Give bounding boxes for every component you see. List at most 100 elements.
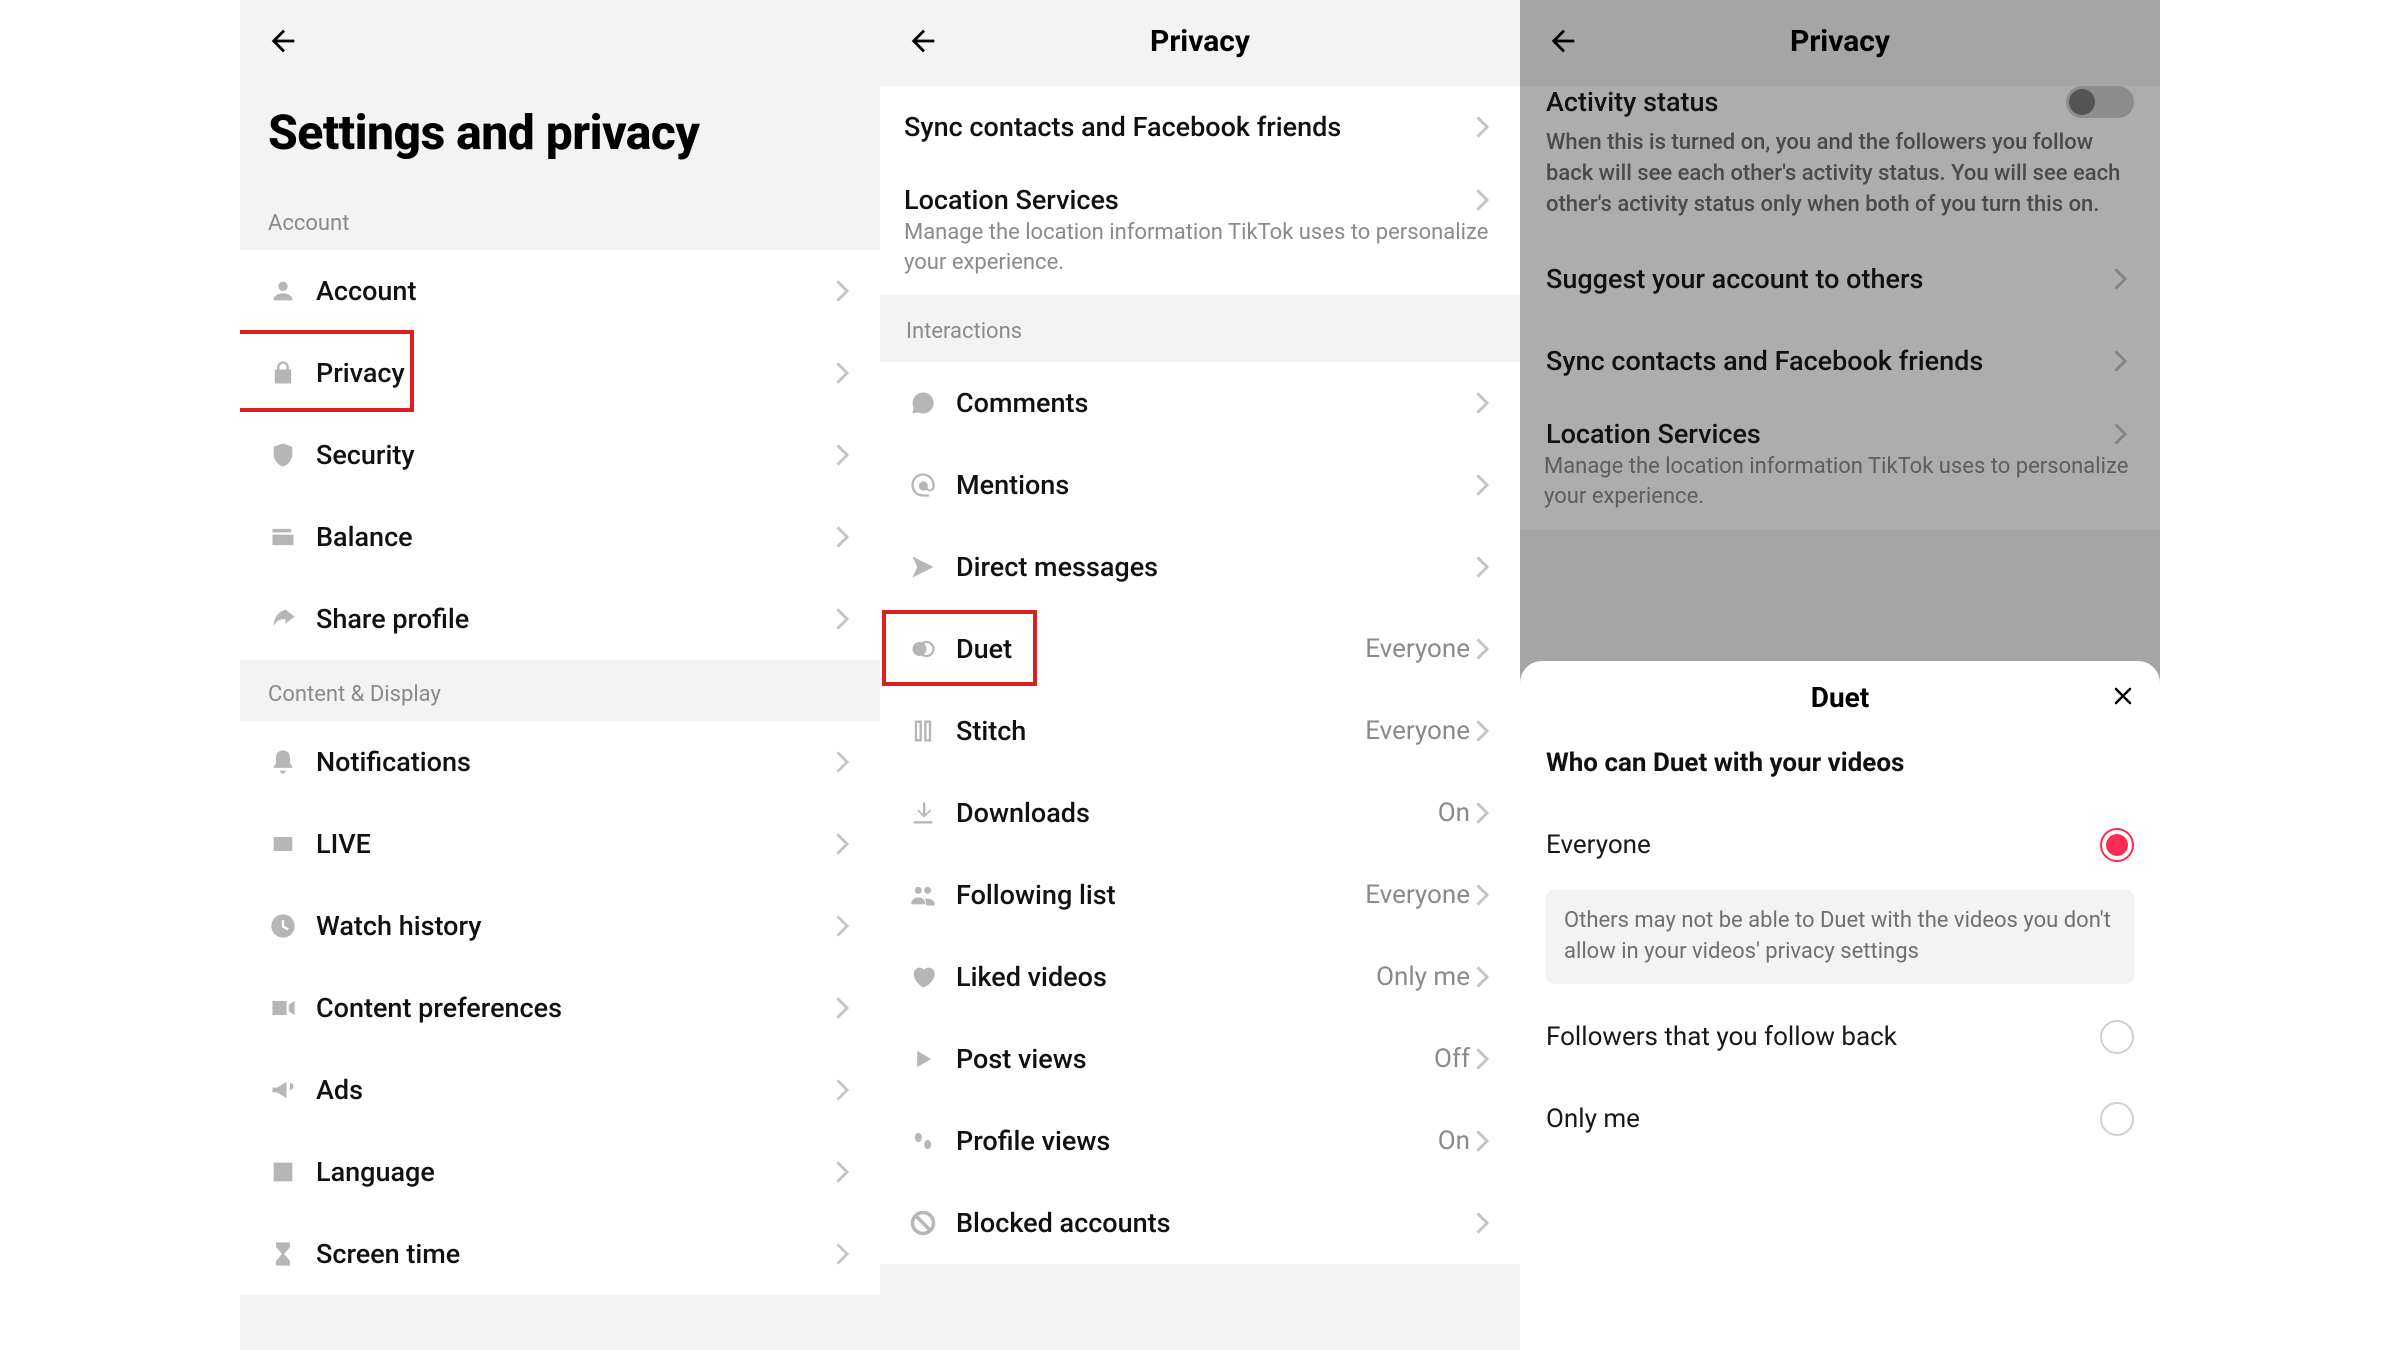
row-label: Screen time (316, 1238, 836, 1270)
chevron-right-icon (1476, 475, 1496, 495)
row-label: Balance (316, 521, 836, 553)
row-label: LIVE (316, 828, 836, 860)
option-label: Everyone (1546, 830, 2100, 860)
row-notifications[interactable]: Notifications (240, 721, 880, 803)
chevron-right-icon (1476, 1213, 1496, 1233)
row-stitch[interactable]: Stitch Everyone (880, 690, 1520, 772)
stitch-icon (904, 717, 942, 745)
header (240, 0, 880, 86)
chevron-right-icon (836, 998, 856, 1018)
row-location-services[interactable]: Location Services (880, 168, 1520, 232)
back-icon[interactable] (266, 24, 300, 58)
chevron-right-icon (1476, 1049, 1496, 1069)
option-only-me[interactable]: Only me (1520, 1078, 2160, 1160)
row-label: Notifications (316, 746, 836, 778)
row-direct-messages[interactable]: Direct messages (880, 526, 1520, 608)
row-value: Everyone (1365, 880, 1470, 910)
row-account[interactable]: Account (240, 250, 880, 332)
close-icon[interactable] (2108, 681, 2138, 711)
row-language[interactable]: Language (240, 1131, 880, 1213)
row-label: Post views (956, 1043, 1434, 1075)
row-screen-time[interactable]: Screen time (240, 1213, 880, 1295)
chevron-right-icon (836, 1080, 856, 1100)
back-icon[interactable] (906, 24, 940, 58)
row-downloads[interactable]: Downloads On (880, 772, 1520, 854)
section-interactions-header: Interactions (880, 295, 1520, 362)
row-share-profile[interactable]: Share profile (240, 578, 880, 660)
sheet-subtitle: Who can Duet with your videos (1520, 732, 2160, 804)
option-followers-back[interactable]: Followers that you follow back (1520, 996, 2160, 1078)
row-value: Everyone (1365, 716, 1470, 746)
row-live[interactable]: LIVE (240, 803, 880, 885)
chevron-right-icon (836, 281, 856, 301)
at-icon (904, 471, 942, 499)
lock-icon (264, 359, 302, 387)
account-list: Account Privacy Security Balance (240, 250, 880, 660)
clock-icon (264, 912, 302, 940)
row-label: Stitch (956, 715, 1365, 747)
row-label: Sync contacts and Facebook friends (904, 111, 1476, 143)
row-label: Location Services (904, 184, 1476, 216)
row-balance[interactable]: Balance (240, 496, 880, 578)
row-sync-contacts[interactable]: Sync contacts and Facebook friends (880, 86, 1520, 168)
row-content-preferences[interactable]: Content preferences (240, 967, 880, 1049)
row-liked-videos[interactable]: Liked videos Only me (880, 936, 1520, 1018)
chevron-right-icon (1476, 393, 1496, 413)
row-value: On (1438, 798, 1470, 828)
row-label: Watch history (316, 910, 836, 942)
bell-icon (264, 748, 302, 776)
chevron-right-icon (836, 752, 856, 772)
radio-unselected-icon (2100, 1020, 2134, 1054)
row-privacy[interactable]: Privacy (240, 332, 880, 414)
chevron-right-icon (836, 834, 856, 854)
duet-icon (904, 635, 942, 663)
row-label: Mentions (956, 469, 1476, 501)
section-content-header: Content & Display (240, 660, 880, 721)
row-mentions[interactable]: Mentions (880, 444, 1520, 526)
chevron-right-icon (836, 1244, 856, 1264)
chevron-right-icon (1476, 557, 1496, 577)
row-post-views[interactable]: Post views Off (880, 1018, 1520, 1100)
send-icon (904, 553, 942, 581)
option-label: Only me (1546, 1104, 2100, 1134)
share-icon (264, 605, 302, 633)
chevron-right-icon (1476, 117, 1496, 137)
row-value: Only me (1376, 962, 1470, 992)
download-icon (904, 799, 942, 827)
duet-bottom-sheet: Duet Who can Duet with your videos Every… (1520, 661, 2160, 1350)
row-label: Content preferences (316, 992, 836, 1024)
row-duet[interactable]: Duet Everyone (880, 608, 1520, 690)
row-label: Language (316, 1156, 836, 1188)
row-blocked-accounts[interactable]: Blocked accounts (880, 1182, 1520, 1264)
row-label: Direct messages (956, 551, 1476, 583)
play-icon (904, 1045, 942, 1073)
chevron-right-icon (836, 445, 856, 465)
row-label: Comments (956, 387, 1476, 419)
chevron-right-icon (1476, 885, 1496, 905)
page-title: Privacy (880, 24, 1520, 59)
header: Privacy (880, 0, 1520, 86)
row-label: Liked videos (956, 961, 1376, 993)
row-watch-history[interactable]: Watch history (240, 885, 880, 967)
privacy-duet-sheet-screen: Privacy Activity status When this is tur… (1520, 0, 2160, 1350)
row-label: Blocked accounts (956, 1207, 1476, 1239)
row-comments[interactable]: Comments (880, 362, 1520, 444)
row-security[interactable]: Security (240, 414, 880, 496)
row-profile-views[interactable]: Profile views On (880, 1100, 1520, 1182)
people-icon (904, 881, 942, 909)
row-value: On (1438, 1126, 1470, 1156)
settings-screen: Settings and privacy Account Account Pri… (240, 0, 880, 1350)
shield-icon (264, 441, 302, 469)
live-icon (264, 830, 302, 858)
footprints-icon (904, 1127, 942, 1155)
interactions-list: Comments Mentions Direct messages Duet E… (880, 362, 1520, 1264)
row-label: Ads (316, 1074, 836, 1106)
row-following-list[interactable]: Following list Everyone (880, 854, 1520, 936)
chevron-right-icon (836, 609, 856, 629)
row-label: Downloads (956, 797, 1438, 829)
row-ads[interactable]: Ads (240, 1049, 880, 1131)
megaphone-icon (264, 1076, 302, 1104)
row-label: Profile views (956, 1125, 1438, 1157)
option-everyone[interactable]: Everyone (1520, 804, 2160, 886)
video-icon (264, 994, 302, 1022)
